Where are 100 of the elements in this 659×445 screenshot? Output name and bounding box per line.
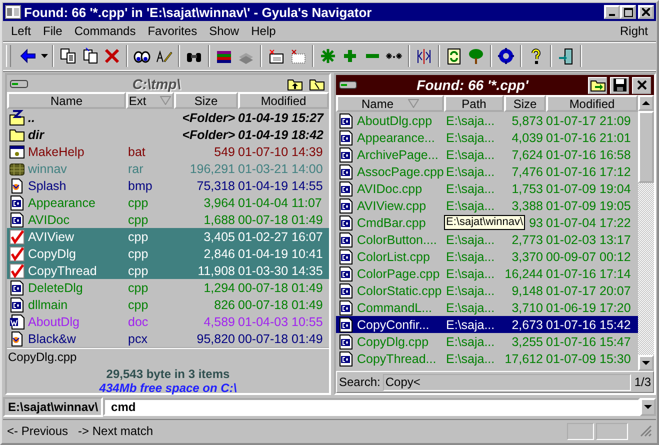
table-cell-text: E:\saja...: [445, 114, 496, 128]
close-icon: [636, 80, 646, 90]
cpp-file-icon: [338, 232, 354, 248]
drive-icon: [339, 80, 357, 90]
file-row[interactable]: .. <Folder> 01-04-19 15:27: [7, 109, 329, 126]
table-cell-text: dir: [27, 128, 46, 142]
minimize-button[interactable]: [604, 5, 620, 19]
table-cell-text: 3,710: [510, 300, 544, 314]
close-button[interactable]: [632, 76, 651, 94]
table-cell-text: E:\saja...: [445, 164, 496, 178]
column-header[interactable]: Modified: [238, 92, 329, 109]
table-cell-text: 1,688: [202, 212, 236, 226]
go-to-folder-button[interactable]: [588, 76, 607, 94]
file-row[interactable]: MakeHelp bat 549 01-07-10 14:39: [7, 143, 329, 160]
cpp-file-icon: [338, 180, 354, 196]
table-cell-text: 01-07-17 20:07: [546, 284, 632, 298]
image-file-icon: [8, 178, 24, 194]
scroll-down-button[interactable]: [638, 355, 654, 371]
table-cell-text: 01-07-16 21:01: [546, 130, 632, 144]
column-header[interactable]: Name: [7, 92, 126, 109]
scroll-thumb[interactable]: [638, 111, 654, 183]
table-cell-text: E:\saja...: [445, 352, 496, 366]
dropdown-button[interactable]: [640, 398, 656, 416]
table-cell-text: 4,039: [510, 130, 544, 144]
file-row[interactable]: AVIView cpp 3,405 01-02-27 16:07: [7, 228, 329, 245]
table-cell-text: cpp: [127, 264, 150, 278]
document-icon: [8, 314, 24, 330]
scrollbar[interactable]: [638, 95, 654, 371]
close-button[interactable]: [638, 5, 654, 19]
table-cell-text: ..: [27, 110, 36, 124]
folder-arrow-icon: [590, 78, 606, 92]
table-cell-text: 3,964: [202, 196, 236, 210]
scroll-up-button[interactable]: [638, 95, 654, 111]
table-cell-text: CopyThread: [27, 264, 98, 278]
table-cell-text: AVIDoc.cpp: [356, 182, 424, 196]
cpp-file-icon: [338, 146, 354, 162]
cpp-file-icon: [338, 350, 354, 366]
table-cell-text: cpp: [127, 246, 150, 260]
table-cell-text: CopyThread...: [356, 352, 438, 366]
table-cell-text: cpp: [127, 280, 150, 294]
next-match-hint: -> Next match: [78, 424, 154, 438]
column-header[interactable]: Size: [174, 92, 238, 109]
table-cell-text: 01-04-19 15:27: [238, 110, 325, 124]
menu-item[interactable]: Favorites: [142, 24, 204, 38]
table-cell-text: 3,370: [510, 250, 544, 264]
file-row[interactable]: CopyThread cpp 11,908 01-03-30 14:35: [7, 262, 329, 279]
table-cell-text: 01-07-10 14:39: [238, 144, 324, 158]
menu-item[interactable]: Help: [245, 24, 282, 38]
column-header[interactable]: Modified: [546, 95, 638, 112]
menu-item[interactable]: Right: [614, 24, 654, 38]
table-cell-text: 01-07-16 16:58: [546, 148, 632, 162]
file-row[interactable]: CopyConfir... E:\saja... 2,673 01-07-16 15:42: [336, 316, 638, 333]
table-cell-text: doc: [127, 314, 150, 328]
column-header[interactable]: Name: [336, 95, 444, 112]
table-cell-text: 00-09-07 00:12: [546, 250, 632, 264]
table-cell-text: 11,908: [196, 264, 236, 278]
column-header[interactable]: Size: [504, 95, 546, 112]
cpp-file-icon: [338, 130, 354, 146]
checkmark-icon: [8, 228, 24, 244]
cpp-file-icon: [338, 300, 354, 316]
table-cell-text: 01-07-16 17:12: [546, 164, 632, 178]
table-cell-text: 7,476: [510, 164, 544, 178]
previous-hint: <- Previous: [7, 424, 68, 438]
table-cell-text: 4,589: [202, 314, 236, 328]
checkmark-icon: [8, 246, 24, 262]
menu-item[interactable]: Show: [203, 24, 246, 38]
command-field[interactable]: cmd: [103, 398, 640, 416]
column-header[interactable]: Ext: [126, 92, 174, 109]
match-count: 1/3: [634, 375, 651, 389]
file-row[interactable]: dir <Folder> 01-04-19 18:42: [7, 126, 329, 143]
menu-item[interactable]: Commands: [68, 24, 142, 38]
table-cell-text: 01-04-19 14:55: [238, 178, 324, 192]
maximize-button[interactable]: [620, 5, 636, 19]
cpp-file-icon: [338, 248, 354, 264]
table-cell-text: AboutDlg.cpp: [356, 114, 434, 128]
search-field[interactable]: Copy<: [383, 374, 632, 390]
table-cell-text: 1,294: [202, 280, 236, 294]
table-cell-text: E:\saja...: [445, 250, 496, 264]
file-row[interactable]: Black&w pcx 95,820 00-07-18 01:49: [7, 330, 329, 347]
file-row[interactable]: Splash bmp 75,318 01-04-19 14:55: [7, 177, 329, 194]
toolbar-button[interactable]: [495, 45, 517, 67]
table-cell-text: E:\saja...: [445, 334, 496, 348]
table-cell-text: rar: [127, 162, 144, 176]
menu-item[interactable]: Left: [5, 24, 38, 38]
table-cell-text: 01-04-04 11:07: [238, 196, 323, 210]
table-cell-text: bmp: [127, 178, 154, 192]
column-header[interactable]: Path: [444, 95, 504, 112]
resize-grip-icon: [640, 425, 652, 437]
file-row[interactable]: CmdBar.cpp E:\sajat\winnav\ 93 01-07-04 17:22: [336, 214, 638, 231]
cpp-file-icon: [338, 164, 354, 180]
menu-item[interactable]: File: [37, 24, 68, 38]
close-icon: [642, 8, 650, 16]
file-row[interactable]: CopyDlg cpp 2,846 01-04-19 10:41: [7, 245, 329, 262]
table-cell-text: CmdBar.cpp: [356, 216, 427, 230]
save-button[interactable]: [610, 76, 629, 94]
table-cell-text: pcx: [127, 332, 148, 346]
table-cell-text: 01-07-16 17:14: [546, 266, 632, 280]
table-cell-text: E:\saja...: [445, 300, 496, 314]
table-cell-text: 01-03-21 14:00: [238, 162, 324, 176]
table-cell-text: Appearance...: [356, 130, 436, 144]
